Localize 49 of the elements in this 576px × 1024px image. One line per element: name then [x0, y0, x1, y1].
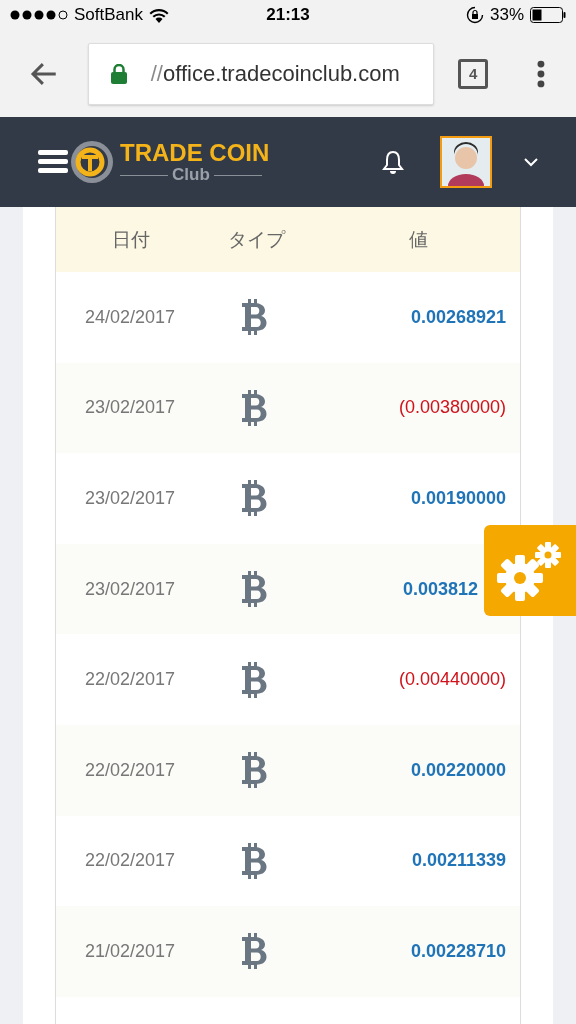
url-scheme: //	[150, 60, 163, 87]
amount-cell-text: (0.00380000)	[397, 397, 507, 419]
column-header: 日付	[111, 227, 151, 252]
amount-cell-text: 0.00190000	[409, 488, 507, 509]
signal-icon	[10, 9, 68, 21]
coin-logo-icon	[70, 140, 114, 184]
amount-cell-text: 0.00211339	[410, 850, 507, 872]
amount-cell-text: 0.00268921	[409, 306, 507, 328]
chevron-down-icon[interactable]	[524, 157, 538, 167]
amount-cell-text: 0.003812	[401, 578, 479, 600]
carrier-name: SoftBank	[74, 5, 143, 25]
bitcoin-icon	[241, 571, 267, 608]
battery-icon	[530, 7, 566, 23]
logo-subtitle: Club	[172, 166, 210, 184]
date-cell-text: 22/02/2017	[83, 759, 177, 781]
bell-icon[interactable]	[382, 150, 404, 174]
bitcoin-icon	[241, 752, 267, 789]
lock-icon	[110, 63, 127, 84]
back-arrow-icon[interactable]	[30, 61, 58, 86]
more-menu-icon[interactable]	[536, 59, 546, 88]
tab-count-button[interactable]: 4	[458, 58, 489, 89]
settings-icon	[496, 539, 564, 602]
date-cell-text: 23/02/2017	[83, 488, 177, 509]
avatar[interactable]	[440, 136, 492, 188]
logo-title: TRADE COIN	[120, 140, 270, 166]
rotation-lock-icon	[465, 6, 484, 24]
date-cell-text: 23/02/2017	[83, 397, 177, 419]
amount-cell-text: (0.00440000)	[397, 669, 507, 691]
date-cell-text: 22/02/2017	[83, 669, 177, 691]
battery-percent: 33%	[489, 5, 524, 25]
bitcoin-icon	[241, 299, 267, 336]
bitcoin-icon	[241, 480, 267, 517]
bitcoin-icon	[241, 389, 267, 426]
amount-cell-text: 0.00228710	[409, 940, 507, 962]
wifi-icon	[149, 7, 169, 23]
bitcoin-icon	[241, 842, 267, 879]
clock-time: 21:13	[266, 5, 310, 25]
date-cell-text: 21/02/2017	[83, 940, 177, 962]
menu-icon[interactable]	[38, 150, 68, 174]
address-bar[interactable]: //office.tradecoinclub.com	[87, 42, 435, 105]
bitcoin-icon	[241, 933, 267, 970]
date-cell-text: 23/02/2017	[83, 578, 177, 600]
bitcoin-icon	[241, 661, 267, 698]
column-header: 値	[407, 227, 429, 252]
date-cell-text: 22/02/2017	[83, 850, 177, 872]
date-cell-text: 24/02/2017	[83, 306, 177, 328]
amount-cell-text: 0.00220000	[409, 759, 507, 781]
column-header: タイプ	[226, 227, 287, 252]
url-text: office.tradecoinclub.com	[162, 60, 400, 87]
